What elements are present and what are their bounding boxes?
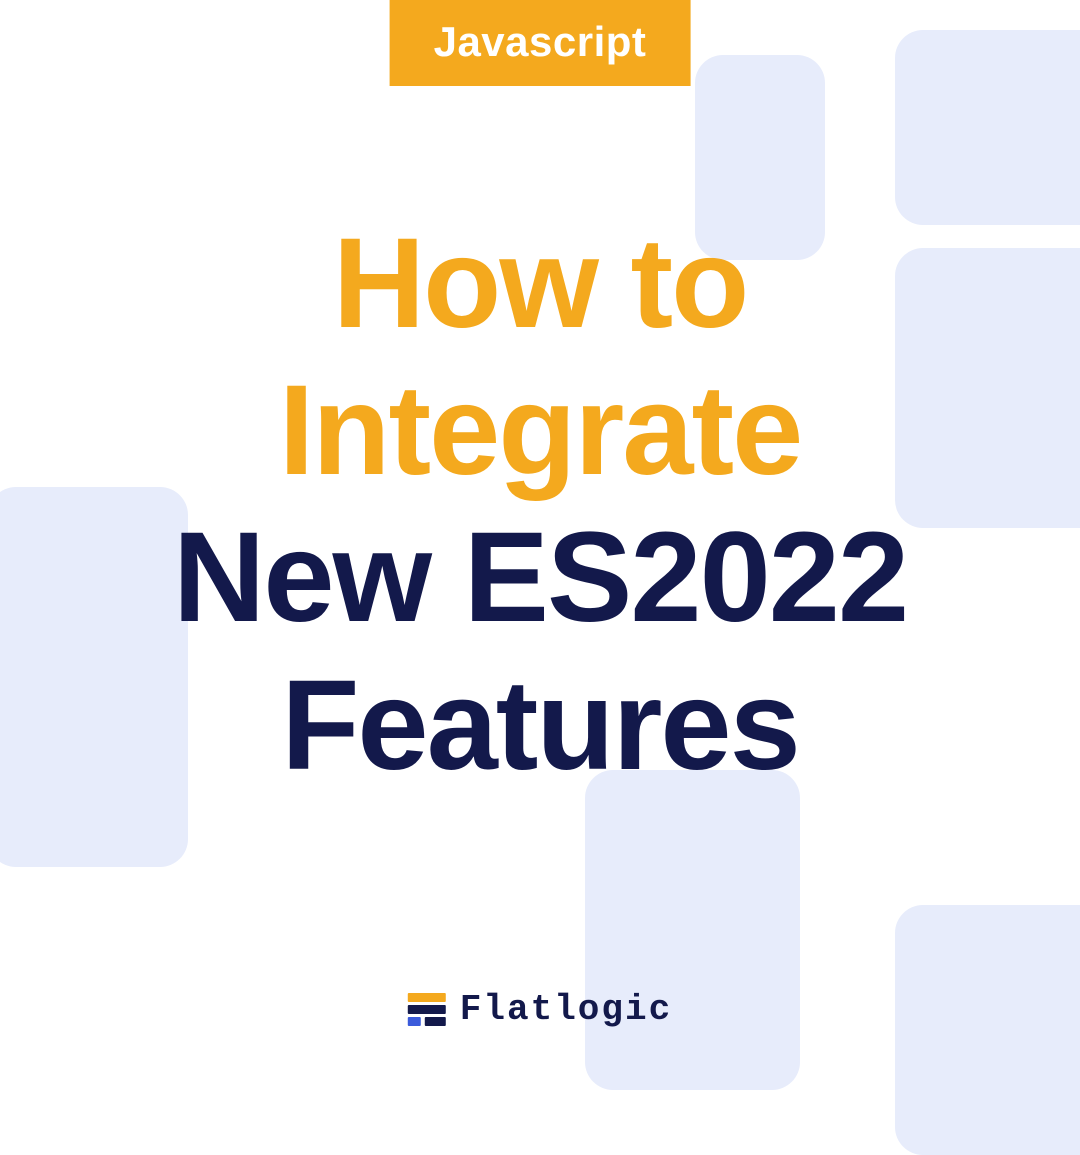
page-title: How to Integrate New ES2022 Features — [0, 210, 1080, 799]
brand-bar-4 — [425, 1017, 446, 1026]
brand-logo: Flatlogic — [408, 989, 672, 1030]
bg-shape-2 — [895, 30, 1080, 225]
brand-bar-3 — [408, 1017, 421, 1026]
brand-icon — [408, 993, 446, 1027]
bg-shape-6 — [895, 905, 1080, 1155]
title-accent-line-1: How to — [0, 210, 1080, 357]
brand-name: Flatlogic — [460, 989, 672, 1030]
brand-bar-1 — [408, 993, 446, 1002]
bg-shape-5 — [585, 770, 800, 1090]
brand-bar-2 — [408, 1005, 446, 1014]
title-main-line-1: New ES2022 — [0, 504, 1080, 651]
category-tag: Javascript — [390, 0, 691, 86]
title-accent-line-2: Integrate — [0, 357, 1080, 504]
title-main-line-2: Features — [0, 652, 1080, 799]
